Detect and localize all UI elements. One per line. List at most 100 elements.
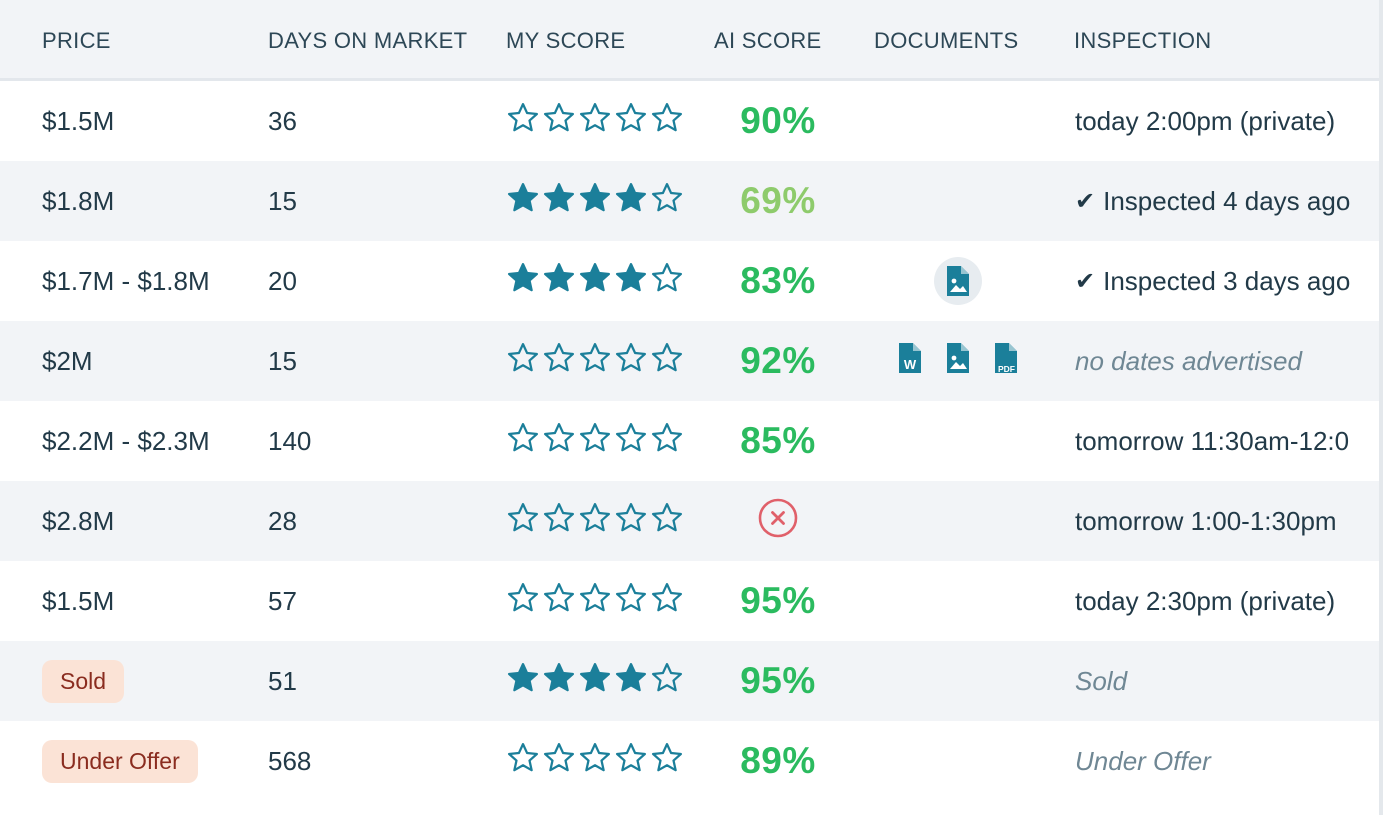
- star-empty-icon[interactable]: [650, 181, 684, 222]
- star-rating[interactable]: [506, 181, 684, 222]
- my-score-rating[interactable]: [506, 561, 684, 641]
- word-file-icon[interactable]: W: [897, 341, 923, 382]
- star-empty-icon[interactable]: [650, 261, 684, 302]
- column-header-my-score[interactable]: MY SCORE: [506, 28, 625, 54]
- table-row[interactable]: $2M 15 92% W PDF no dates advertised: [0, 321, 1383, 401]
- table-row[interactable]: Sold 51 95% Sold: [0, 641, 1383, 721]
- star-empty-icon[interactable]: [614, 101, 648, 142]
- star-rating[interactable]: [506, 261, 684, 302]
- table-row[interactable]: Under Offer 568 89% Under Offer: [0, 721, 1383, 801]
- star-empty-icon[interactable]: [650, 341, 684, 382]
- star-empty-icon[interactable]: [542, 341, 576, 382]
- star-empty-icon[interactable]: [614, 501, 648, 542]
- pdf-file-icon[interactable]: PDF: [993, 341, 1019, 382]
- star-rating[interactable]: [506, 501, 684, 542]
- table-row[interactable]: $2.2M - $2.3M 140 85% tomorrow 11:30am-12:0: [0, 401, 1383, 481]
- star-filled-icon[interactable]: [506, 261, 540, 302]
- documents-cell: [870, 161, 1046, 241]
- column-header-ai-score[interactable]: AI SCORE: [714, 28, 822, 54]
- star-rating[interactable]: [506, 101, 684, 142]
- star-empty-icon[interactable]: [542, 741, 576, 782]
- star-empty-icon[interactable]: [542, 101, 576, 142]
- star-empty-icon[interactable]: [650, 501, 684, 542]
- star-filled-icon[interactable]: [542, 661, 576, 702]
- star-empty-icon[interactable]: [542, 581, 576, 622]
- star-empty-icon[interactable]: [650, 101, 684, 142]
- star-rating[interactable]: [506, 421, 684, 462]
- column-header-inspection[interactable]: INSPECTION: [1074, 28, 1211, 54]
- scroll-edge: [1379, 0, 1383, 815]
- svg-text:PDF: PDF: [998, 364, 1015, 374]
- star-empty-icon[interactable]: [650, 741, 684, 782]
- table-row[interactable]: $2.8M 28 tomorrow 1:00-1:30pm: [0, 481, 1383, 561]
- my-score-rating[interactable]: [506, 641, 684, 721]
- ai-score-cell: 95%: [690, 561, 866, 641]
- star-empty-icon[interactable]: [650, 581, 684, 622]
- star-empty-icon[interactable]: [650, 421, 684, 462]
- my-score-rating[interactable]: [506, 81, 684, 161]
- check-icon: ✔: [1075, 267, 1096, 295]
- column-header-days-on-market[interactable]: DAYS ON MARKET: [268, 28, 467, 54]
- inspection-cell: today 2:00pm (private): [1075, 81, 1335, 161]
- star-empty-icon[interactable]: [506, 501, 540, 542]
- documents-cell: W PDF: [870, 321, 1046, 401]
- star-filled-icon[interactable]: [614, 261, 648, 302]
- ai-score-cell: 90%: [690, 81, 866, 161]
- days-on-market-value: 51: [268, 665, 297, 696]
- star-filled-icon[interactable]: [542, 181, 576, 222]
- star-empty-icon[interactable]: [614, 741, 648, 782]
- star-filled-icon[interactable]: [578, 181, 612, 222]
- star-empty-icon[interactable]: [614, 421, 648, 462]
- star-rating[interactable]: [506, 581, 684, 622]
- my-score-rating[interactable]: [506, 401, 684, 481]
- star-empty-icon[interactable]: [650, 661, 684, 702]
- star-empty-icon[interactable]: [578, 101, 612, 142]
- star-rating[interactable]: [506, 661, 684, 702]
- star-filled-icon[interactable]: [506, 181, 540, 222]
- price-text: $2M: [42, 345, 93, 376]
- table-row[interactable]: $1.7M - $1.8M 20 83% ✔ Inspected 3 days ago: [0, 241, 1383, 321]
- star-empty-icon[interactable]: [578, 421, 612, 462]
- star-filled-icon[interactable]: [578, 661, 612, 702]
- star-filled-icon[interactable]: [578, 261, 612, 302]
- my-score-rating[interactable]: [506, 721, 684, 801]
- my-score-rating[interactable]: [506, 161, 684, 241]
- star-empty-icon[interactable]: [506, 421, 540, 462]
- inspection-text: Sold: [1075, 665, 1128, 696]
- image-file-icon[interactable]: [934, 257, 982, 305]
- table-row[interactable]: $1.5M 57 95% today 2:30pm (private): [0, 561, 1383, 641]
- star-filled-icon[interactable]: [542, 261, 576, 302]
- ai-score-cell: 92%: [690, 321, 866, 401]
- star-filled-icon[interactable]: [506, 661, 540, 702]
- star-empty-icon[interactable]: [542, 421, 576, 462]
- image-file-icon[interactable]: [945, 341, 971, 382]
- my-score-rating[interactable]: [506, 481, 684, 561]
- table-row[interactable]: $1.5M 36 90% today 2:00pm (private): [0, 81, 1383, 161]
- star-empty-icon[interactable]: [578, 741, 612, 782]
- table-row[interactable]: $1.8M 15 69% ✔ Inspected 4 days ago: [0, 161, 1383, 241]
- inspection-cell: ✔ Inspected 3 days ago: [1075, 241, 1350, 321]
- star-empty-icon[interactable]: [506, 581, 540, 622]
- star-empty-icon[interactable]: [578, 581, 612, 622]
- star-empty-icon[interactable]: [506, 741, 540, 782]
- star-filled-icon[interactable]: [614, 661, 648, 702]
- star-filled-icon[interactable]: [614, 181, 648, 222]
- star-rating[interactable]: [506, 741, 684, 782]
- my-score-rating[interactable]: [506, 241, 684, 321]
- star-empty-icon[interactable]: [506, 341, 540, 382]
- inspection-text: tomorrow 1:00-1:30pm: [1075, 505, 1337, 536]
- star-empty-icon[interactable]: [578, 341, 612, 382]
- price-cell: $1.7M - $1.8M: [42, 241, 210, 321]
- ai-score-value: 95%: [740, 660, 816, 701]
- days-on-market-value: 15: [268, 345, 297, 376]
- column-header-documents[interactable]: DOCUMENTS: [874, 28, 1018, 54]
- column-header-price[interactable]: PRICE: [42, 28, 111, 54]
- my-score-rating[interactable]: [506, 321, 684, 401]
- star-empty-icon[interactable]: [578, 501, 612, 542]
- price-cell: $2.8M: [42, 481, 114, 561]
- star-empty-icon[interactable]: [614, 581, 648, 622]
- star-empty-icon[interactable]: [542, 501, 576, 542]
- star-empty-icon[interactable]: [506, 101, 540, 142]
- star-empty-icon[interactable]: [614, 341, 648, 382]
- star-rating[interactable]: [506, 341, 684, 382]
